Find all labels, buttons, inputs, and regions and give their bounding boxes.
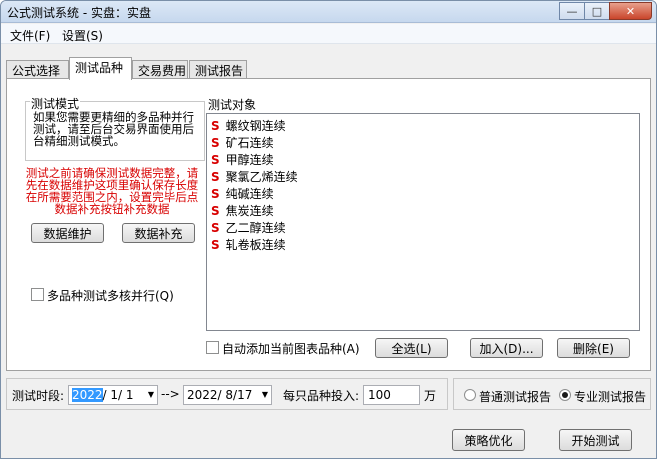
tab-fees[interactable]: 交易费用 (132, 60, 188, 79)
test-mode-description: 如果您需要更精细的多品种并行测试，请至后台交易界面使用后台精细测试模式。 (33, 110, 194, 148)
invest-label: 每只品种投入: (283, 389, 360, 403)
prefix-badge: S (211, 119, 220, 133)
close-button[interactable]: ✕ (609, 2, 652, 20)
pro-report-radio[interactable] (559, 389, 571, 401)
main-window: 公式测试系统 - 实盘：实盘 — □ ✕ 文件(F) 设置(S) 公式选择 测试… (0, 0, 657, 459)
multicore-label: 多品种测试多核并行(Q) (47, 289, 174, 303)
chevron-down-icon: ▼ (147, 390, 154, 399)
menu-settings[interactable]: 设置(S) (62, 27, 103, 44)
prefix-badge: S (211, 221, 220, 235)
invest-input[interactable]: 100 (363, 385, 420, 405)
menu-file[interactable]: 文件(F) (10, 27, 50, 44)
maximize-icon: □ (591, 4, 603, 18)
prefix-badge: S (211, 238, 220, 252)
delete-button[interactable]: 删除(E) (557, 338, 630, 358)
data-warning: 测试之前请确保测试数据完整，请先在数据维护这项里确认保存长度在所需要范围之内，设… (25, 166, 199, 216)
tab-report[interactable]: 测试报告 (189, 60, 247, 79)
auto-add-checkbox[interactable] (206, 341, 219, 354)
start-date-rest: / 1/ 1 (102, 388, 134, 402)
prefix-badge: S (211, 187, 220, 201)
list-item[interactable]: S 甲醇连续 (211, 151, 274, 168)
list-item-label: 纯碱连续 (225, 187, 274, 201)
period-label: 测试时段: (12, 389, 65, 403)
select-all-button[interactable]: 全选(L) (375, 338, 448, 358)
prefix-badge: S (211, 153, 220, 167)
normal-report-radio[interactable] (464, 389, 476, 401)
auto-add-label: 自动添加当前图表品种(A) (222, 342, 360, 356)
list-item-label: 螺纹钢连续 (225, 119, 286, 133)
start-year-field: 2022 (72, 388, 103, 402)
data-supplement-button[interactable]: 数据补充 (122, 223, 195, 243)
optimize-button[interactable]: 策略优化 (452, 429, 525, 451)
normal-report-label: 普通测试报告 (479, 390, 552, 404)
objects-title: 测试对象 (208, 98, 257, 112)
prefix-badge: S (211, 170, 220, 184)
list-item[interactable]: S 焦炭连续 (211, 202, 274, 219)
list-item[interactable]: S 矿石连续 (211, 134, 274, 151)
menu-bar: 文件(F) 设置(S) (1, 24, 656, 44)
start-test-button[interactable]: 开始测试 (559, 429, 632, 451)
pro-report-label: 专业测试报告 (574, 390, 647, 404)
add-button[interactable]: 加入(D)... (470, 338, 543, 358)
title-bar: 公式测试系统 - 实盘：实盘 — □ ✕ (1, 1, 656, 23)
list-item-label: 聚氯乙烯连续 (225, 170, 298, 184)
list-item[interactable]: S 纯碱连续 (211, 185, 274, 202)
list-item[interactable]: S 聚氯乙烯连续 (211, 168, 298, 185)
list-item-label: 甲醇连续 (225, 153, 274, 167)
prefix-badge: S (211, 136, 220, 150)
multicore-checkbox[interactable] (31, 288, 44, 301)
end-date-picker[interactable]: 2022/ 8/17 ▼ (183, 385, 272, 405)
list-item-label: 轧卷板连续 (225, 238, 286, 252)
minimize-icon: — (566, 4, 578, 18)
list-item[interactable]: S 乙二醇连续 (211, 219, 286, 236)
maximize-button[interactable]: □ (584, 2, 610, 20)
close-icon: ✕ (625, 4, 636, 18)
period-arrow: --> (161, 387, 180, 401)
tab-instruments[interactable]: 测试品种 (69, 57, 132, 80)
list-item[interactable]: S 轧卷板连续 (211, 236, 286, 253)
tab-formula[interactable]: 公式选择 (6, 60, 69, 79)
list-item-label: 矿石连续 (225, 136, 274, 150)
prefix-badge: S (211, 204, 220, 218)
objects-list[interactable]: S 螺纹钢连续 S 矿石连续 S 甲醇连续 S 聚氯乙烯连续 S 纯碱连续 S 焦炭连续 S… (206, 113, 640, 331)
invest-unit: 万 (424, 389, 437, 403)
start-date-picker[interactable]: 2022/ 1/ 1 ▼ (68, 385, 158, 405)
list-item[interactable]: S 螺纹钢连续 (211, 117, 286, 134)
end-date-value: 2022/ 8/17 (187, 388, 253, 402)
list-item-label: 焦炭连续 (225, 204, 274, 218)
chevron-down-icon: ▼ (261, 390, 268, 399)
window-title: 公式测试系统 - 实盘：实盘 (7, 6, 151, 20)
minimize-button[interactable]: — (559, 2, 585, 20)
list-item-label: 乙二醇连续 (225, 221, 286, 235)
data-maintain-button[interactable]: 数据维护 (31, 223, 104, 243)
